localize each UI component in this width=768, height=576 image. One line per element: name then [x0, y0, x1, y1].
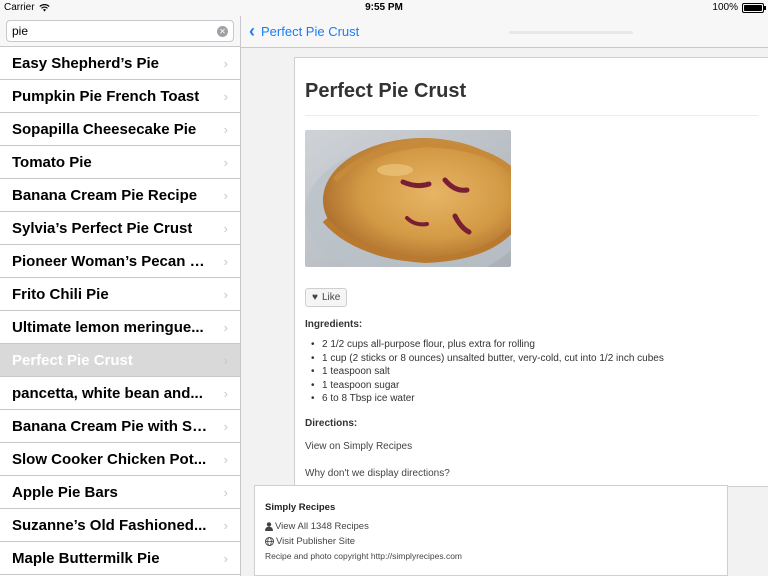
recipe-list-item[interactable]: Easy Shepherd’s Pie ›	[0, 47, 240, 80]
recipe-item-label: Ultimate lemon meringue...	[12, 318, 204, 336]
recipe-item-label: Easy Shepherd’s Pie	[12, 54, 160, 72]
recipe-card: Perfect Pie Crust ♥ Like Ingredients: • …	[294, 57, 768, 487]
chevron-right-icon: ›	[223, 56, 228, 71]
chevron-right-icon: ›	[223, 551, 228, 566]
ingredient-item: 1 teaspoon salt	[311, 365, 758, 379]
chevron-right-icon: ›	[223, 254, 228, 269]
recipe-item-label: Tomato Pie	[12, 153, 92, 171]
back-button-label: Perfect Pie Crust	[261, 23, 360, 39]
ingredient-item: 1 teaspoon sugar	[311, 379, 758, 393]
search-bar: ✕	[0, 16, 240, 47]
chevron-right-icon: ›	[223, 485, 228, 500]
recipe-detail: Perfect Pie Crust ♥ Like Ingredients: • …	[241, 48, 768, 576]
recipe-list-item[interactable]: Sylvia’s Perfect Pie Crust ›	[0, 212, 240, 245]
recipe-title: Perfect Pie Crust	[305, 80, 758, 116]
battery-fill	[744, 4, 762, 11]
recipe-item-label: Pioneer Woman’s Pecan Pie	[12, 252, 212, 270]
recipe-item-label: Sylvia’s Perfect Pie Crust	[12, 219, 193, 237]
visit-site-label: Visit Publisher Site	[276, 536, 356, 547]
like-button[interactable]: ♥ Like	[305, 288, 348, 307]
view-all-recipes-link[interactable]: View All 1348 Recipes	[265, 521, 717, 532]
chevron-right-icon: ›	[223, 221, 228, 236]
view-on-publisher-link[interactable]: View on Simply Recipes	[305, 441, 758, 452]
recipe-item-label: Perfect Pie Crust	[12, 351, 133, 369]
chevron-right-icon: ›	[223, 452, 228, 467]
recipe-item-label: Maple Buttermilk Pie	[12, 549, 160, 567]
ingredient-item: 1 cup (2 sticks or 8 ounces) unsalted bu…	[311, 352, 758, 366]
recipe-item-label: Sopapilla Cheesecake Pie	[12, 120, 197, 138]
recipe-list-item[interactable]: Maple Buttermilk Pie ›	[0, 542, 240, 575]
recipe-item-label: Banana Cream Pie with Sa...	[12, 417, 212, 435]
ingredient-item: 6 to 8 Tbsp ice water	[311, 392, 758, 406]
chevron-right-icon: ›	[223, 287, 228, 302]
directions-heading: Directions:	[305, 417, 358, 429]
recipe-list-item[interactable]: pancetta, white bean and... ›	[0, 377, 240, 410]
why-no-directions-link[interactable]: Why don't we display directions?	[305, 468, 758, 479]
ingredient-item: 2 1/2 cups all-purpose flour, plus extra…	[311, 338, 758, 352]
chevron-right-icon: ›	[223, 386, 228, 401]
recipe-list-item[interactable]: Apple Pie Bars ›	[0, 476, 240, 509]
search-box: ✕	[6, 20, 234, 42]
like-label: Like	[321, 292, 341, 303]
recipe-item-label: Banana Cream Pie Recipe	[12, 186, 198, 204]
chevron-right-icon: ›	[223, 320, 228, 335]
ingredients-list: 2 1/2 cups all-purpose flour, plus extra…	[305, 338, 758, 406]
recipe-list-item[interactable]: Slow Cooker Chicken Pot... ›	[0, 443, 240, 476]
recipe-list-item[interactable]: Suzanne’s Old Fashioned... ›	[0, 509, 240, 542]
chevron-right-icon: ›	[223, 122, 228, 137]
recipe-list-item[interactable]: Banana Cream Pie with Sa... ›	[0, 410, 240, 443]
loading-bar	[509, 31, 633, 34]
chevron-left-icon: ‹	[249, 21, 255, 41]
detail-nav-bar: ‹ Perfect Pie Crust	[241, 16, 768, 48]
battery-percent: 100%	[712, 2, 738, 13]
recipe-item-label: pancetta, white bean and...	[12, 384, 203, 402]
recipe-list-item[interactable]: Ultimate lemon meringue... ›	[0, 311, 240, 344]
status-right: 100%	[712, 2, 766, 13]
view-all-label: View All 1348 Recipes	[275, 521, 369, 532]
publisher-name: Simply Recipes	[265, 502, 336, 513]
battery-icon	[742, 2, 766, 13]
recipe-list-item[interactable]: Frito Chili Pie ›	[0, 278, 240, 311]
recipe-list-item[interactable]: Pioneer Woman’s Pecan Pie ›	[0, 245, 240, 278]
recipe-list-item[interactable]: Tomato Pie ›	[0, 146, 240, 179]
recipe-list-item[interactable]: Sopapilla Cheesecake Pie ›	[0, 113, 240, 146]
status-time: 9:55 PM	[365, 2, 403, 13]
recipe-item-label: Pumpkin Pie French Toast	[12, 87, 200, 105]
status-bar: Carrier 9:55 PM 100%	[0, 0, 768, 16]
recipe-list-item[interactable]: Pumpkin Pie French Toast ›	[0, 80, 240, 113]
chevron-right-icon: ›	[223, 155, 228, 170]
globe-icon	[265, 537, 274, 546]
chevron-right-icon: ›	[223, 518, 228, 533]
search-input[interactable]	[7, 21, 233, 41]
clear-search-icon[interactable]: ✕	[217, 26, 228, 37]
recipe-item-label: Suzanne’s Old Fashioned...	[12, 516, 207, 534]
recipe-list-item[interactable]: Perfect Pie Crust ›	[0, 344, 240, 377]
user-icon	[265, 522, 273, 531]
recipe-item-label: Apple Pie Bars	[12, 483, 118, 501]
ingredients-heading: Ingredients:	[305, 319, 363, 330]
visit-publisher-link[interactable]: Visit Publisher Site	[265, 536, 717, 547]
recipe-item-label: Frito Chili Pie	[12, 285, 109, 303]
publisher-card: Simply Recipes View All 1348 Recipes Vis…	[254, 485, 728, 576]
recipe-list-pane: ✕ Easy Shepherd’s Pie›Pumpkin Pie French…	[0, 16, 241, 576]
recipe-photo	[305, 130, 511, 267]
heart-icon: ♥	[312, 292, 318, 303]
chevron-right-icon: ›	[223, 188, 228, 203]
recipe-list: Easy Shepherd’s Pie › Pumpkin Pie French T…	[0, 47, 240, 575]
pie-photo-image	[305, 130, 511, 267]
back-button[interactable]: ‹ Perfect Pie Crust	[249, 22, 359, 40]
chevron-right-icon: ›	[223, 353, 228, 368]
copyright-text: Recipe and photo copyright http://simply…	[265, 551, 463, 561]
chevron-right-icon: ›	[223, 89, 228, 104]
recipe-item-label: Slow Cooker Chicken Pot...	[12, 450, 207, 468]
recipe-list-item[interactable]: Banana Cream Pie Recipe ›	[0, 179, 240, 212]
chevron-right-icon: ›	[223, 419, 228, 434]
